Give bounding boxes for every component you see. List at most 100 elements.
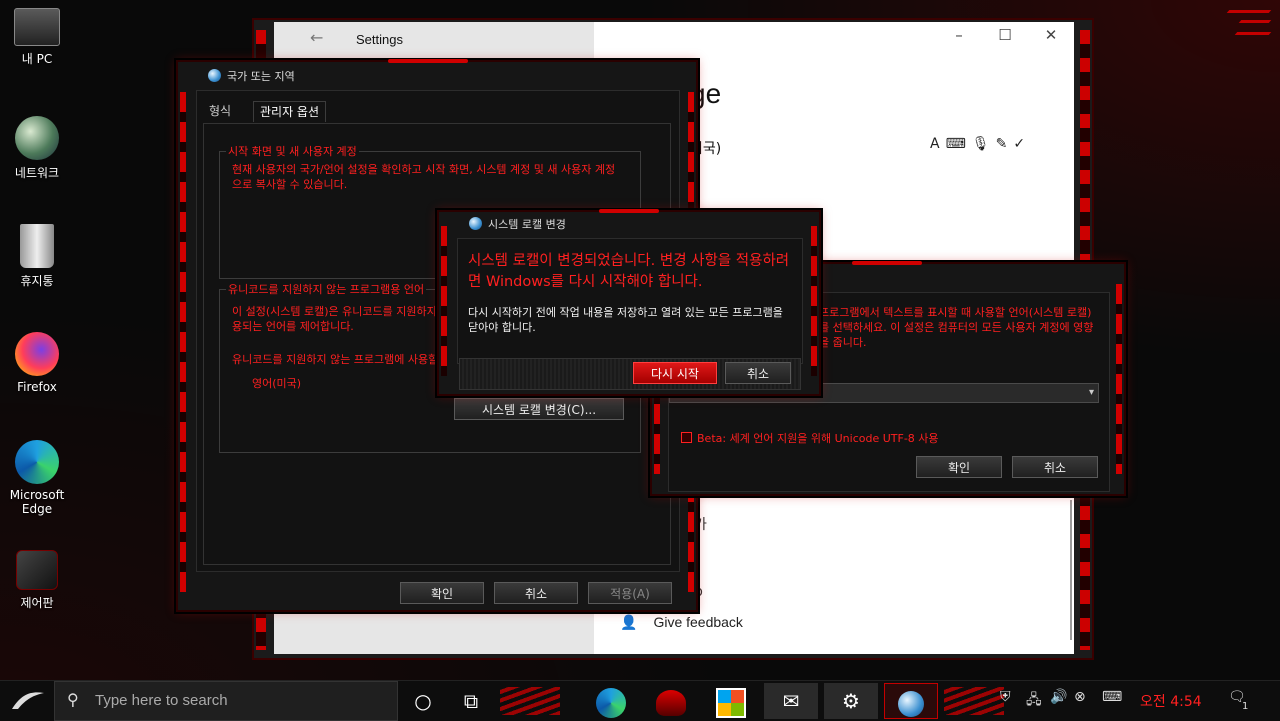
decoration bbox=[1238, 20, 1272, 23]
dialog-title-text: 국가 또는 지역 bbox=[227, 70, 295, 83]
taskbar-edge[interactable] bbox=[584, 683, 638, 719]
back-arrow-icon[interactable]: ← bbox=[310, 28, 323, 47]
cortana-button[interactable]: ○ bbox=[396, 683, 450, 719]
ok-button[interactable]: 확인 bbox=[916, 456, 1002, 478]
edge-icon bbox=[15, 440, 59, 484]
taskbar-clock[interactable]: 오전 4:54 bbox=[1140, 691, 1202, 711]
cancel-button[interactable]: 취소 bbox=[1012, 456, 1098, 478]
frame-glow bbox=[852, 261, 922, 265]
taskbar: ⚲ Type here to search ○ ⧉ ✉ ⚙ ⛨ 🖧 🔊 ⊗ ⌨ … bbox=[0, 680, 1280, 721]
taskbar-decoration bbox=[944, 687, 1004, 715]
frame-glow bbox=[388, 59, 468, 63]
minimize-icon[interactable]: – bbox=[944, 26, 974, 44]
input-method-icon[interactable]: ⌨ bbox=[1102, 689, 1122, 705]
current-language-value: 영어(미국) bbox=[252, 377, 302, 390]
recycle-bin-icon bbox=[20, 224, 54, 268]
maximize-icon[interactable]: ☐ bbox=[990, 26, 1020, 44]
shield-icon[interactable]: ⛨ bbox=[1000, 689, 1011, 705]
taskbar-store[interactable] bbox=[704, 683, 758, 719]
give-feedback-label: Give feedback bbox=[653, 614, 743, 630]
cortana-circle-icon: ○ bbox=[414, 689, 432, 713]
restart-sub-message: 다시 시작하기 전에 작업 내용을 저장하고 열려 있는 모든 프로그램을 닫아… bbox=[468, 306, 783, 334]
globe-clock-icon bbox=[898, 690, 924, 717]
computer-icon bbox=[14, 8, 60, 46]
utf8-beta-option[interactable]: Beta: 세계 언어 지원을 위해 Unicode UTF-8 사용 bbox=[681, 431, 939, 446]
taskbar-armoury-crate[interactable] bbox=[644, 683, 698, 719]
desktop-icon-label: Microsoft Edge bbox=[9, 488, 65, 516]
frame-glow bbox=[599, 209, 659, 213]
helmet-icon bbox=[656, 689, 686, 716]
task-view-button[interactable]: ⧉ bbox=[444, 683, 498, 719]
rog-logo-icon bbox=[12, 692, 44, 709]
decoration bbox=[1234, 32, 1272, 35]
give-feedback-link[interactable]: 👤 Give feedback bbox=[620, 614, 743, 631]
restart-button[interactable]: 다시 시작 bbox=[633, 362, 717, 384]
taskbar-region[interactable] bbox=[884, 683, 938, 719]
dialog-title: 국가 또는 지역 bbox=[208, 68, 295, 84]
ok-button[interactable]: 확인 bbox=[400, 582, 484, 604]
dialog-title-text: 시스템 로캘 변경 bbox=[488, 218, 566, 231]
desktop-icon-recycle-bin[interactable]: 휴지통 bbox=[6, 224, 68, 289]
taskbar-mail[interactable]: ✉ bbox=[764, 683, 818, 719]
frame-rail bbox=[180, 92, 186, 592]
person-icon: 👤 bbox=[620, 614, 638, 630]
restart-main-message: 시스템 로캘이 변경되었습니다. 변경 사항을 적용하려면 Windows를 다… bbox=[468, 253, 790, 290]
desktop-icon-control-panel[interactable]: 제어판 bbox=[6, 550, 68, 611]
network-icon[interactable]: 🖧 bbox=[1026, 689, 1042, 713]
desktop-icon-edge[interactable]: Microsoft Edge bbox=[6, 440, 68, 516]
scrollbar[interactable] bbox=[1070, 500, 1072, 640]
text-to-speech-icon: A bbox=[930, 136, 946, 152]
group-legend: 유니코드를 지원하지 않는 프로그램용 언어 bbox=[226, 281, 427, 297]
taskbar-settings[interactable]: ⚙ bbox=[824, 683, 878, 719]
start-button[interactable] bbox=[8, 687, 48, 715]
desktop-icon-firefox[interactable]: Firefox bbox=[6, 332, 68, 394]
firefox-icon bbox=[15, 332, 59, 376]
desktop-icon-label: 휴지통 bbox=[20, 274, 54, 288]
close-circle-icon[interactable]: ⊗ bbox=[1074, 689, 1086, 705]
group-legend: 시작 화면 및 새 사용자 계정 bbox=[226, 143, 359, 159]
desktop-icon-label: Firefox bbox=[17, 380, 57, 394]
apply-button[interactable]: 적용(A) bbox=[588, 582, 672, 604]
desktop-icon-label: 제어판 bbox=[20, 596, 54, 610]
mail-icon: ✉ bbox=[782, 689, 800, 713]
task-view-icon: ⧉ bbox=[463, 689, 479, 713]
gear-icon: ⚙ bbox=[842, 689, 860, 713]
store-bag-icon bbox=[716, 687, 746, 718]
taskbar-decoration bbox=[500, 687, 560, 715]
display-icon: ⌨ bbox=[945, 136, 972, 152]
cancel-button[interactable]: 취소 bbox=[494, 582, 578, 604]
spellcheck-icon: ✓ bbox=[1013, 136, 1032, 152]
utf8-beta-checkbox[interactable] bbox=[681, 432, 692, 443]
search-icon: ⚲ bbox=[67, 692, 79, 709]
frame-rail bbox=[1116, 284, 1122, 474]
desktop-icon-this-pc[interactable]: 내 PC bbox=[6, 8, 68, 67]
tab-administrative[interactable]: 관리자 옵션 bbox=[253, 101, 327, 122]
restart-dialog: 시스템 로캘 변경 시스템 로캘이 변경되었습니다. 변경 사항을 적용하려면 … bbox=[437, 209, 821, 396]
control-panel-icon bbox=[16, 550, 58, 590]
dialog-body: 시스템 로캘이 변경되었습니다. 변경 사항을 적용하려면 Windows를 다… bbox=[457, 238, 803, 364]
change-system-locale-button[interactable]: 시스템 로캘 변경(C)... bbox=[454, 398, 624, 420]
frame-rail bbox=[441, 226, 447, 376]
volume-icon[interactable]: 🔊 bbox=[1050, 689, 1067, 705]
close-icon[interactable]: ✕ bbox=[1036, 26, 1066, 44]
notification-count: 1 bbox=[1242, 701, 1249, 712]
dialog-title: 시스템 로캘 변경 bbox=[469, 216, 566, 232]
globe-icon bbox=[469, 217, 482, 230]
group-description: 현재 사용자의 국가/언어 설정을 확인하고 시작 화면, 시스템 계정 및 새… bbox=[232, 163, 616, 191]
desktop-icon-label: 내 PC bbox=[21, 52, 53, 66]
desktop-icon-label: 네트워크 bbox=[14, 166, 60, 180]
handwriting-icon: ✎ bbox=[995, 136, 1014, 152]
utf8-beta-label: Beta: 세계 언어 지원을 위해 Unicode UTF-8 사용 bbox=[697, 432, 939, 445]
language-feature-icons: A⌨🎙✎✓ bbox=[930, 136, 1031, 152]
edge-icon bbox=[596, 687, 626, 718]
microphone-icon: 🎙 bbox=[971, 136, 996, 152]
desktop-icon-network[interactable]: 네트워크 bbox=[6, 116, 68, 181]
cancel-button[interactable]: 취소 bbox=[725, 362, 791, 384]
locale-description: 프로그램에서 텍스트를 표시할 때 사용할 언어(시스템 로캘)를 선택하세요.… bbox=[819, 306, 1094, 349]
frame-rail bbox=[811, 226, 817, 376]
search-box[interactable]: ⚲ Type here to search bbox=[54, 681, 398, 721]
chevron-down-icon: ▾ bbox=[1088, 387, 1094, 398]
network-globe-icon bbox=[15, 116, 59, 160]
globe-icon bbox=[208, 69, 221, 82]
tab-format[interactable]: 형식 bbox=[203, 101, 237, 121]
